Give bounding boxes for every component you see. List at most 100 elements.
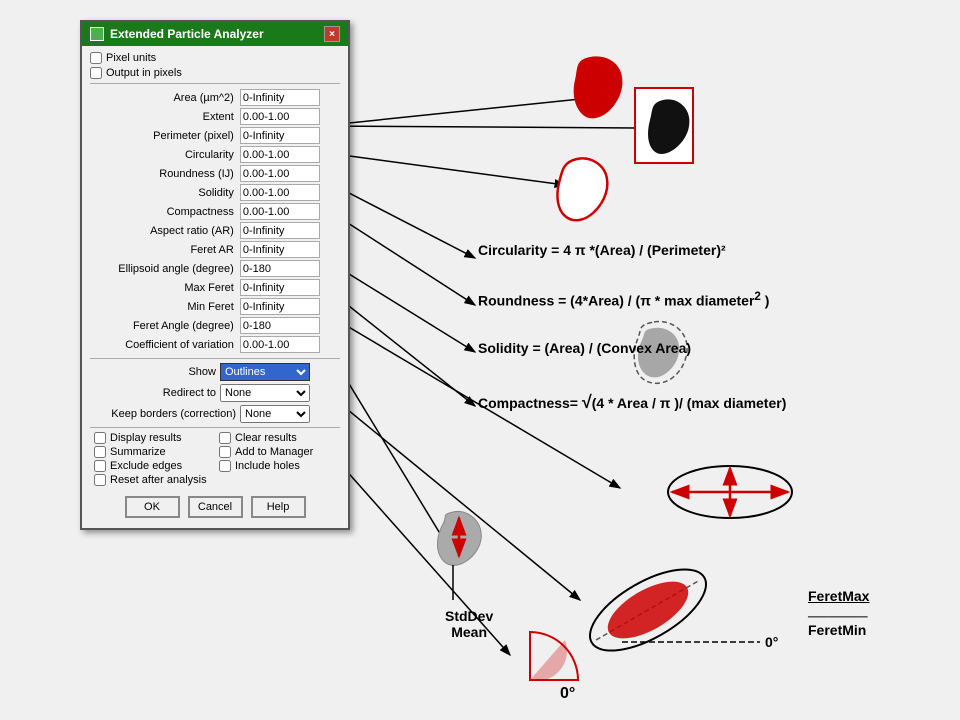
param-input[interactable] bbox=[240, 203, 320, 220]
include-holes-checkbox[interactable] bbox=[219, 460, 231, 472]
output-pixels-checkbox[interactable] bbox=[90, 67, 102, 79]
clear-results-checkbox[interactable] bbox=[219, 432, 231, 444]
param-input-cell bbox=[238, 126, 340, 145]
param-input[interactable] bbox=[240, 165, 320, 182]
param-input[interactable] bbox=[240, 184, 320, 201]
add-manager-item: Add to Manager bbox=[219, 446, 336, 458]
param-input[interactable] bbox=[240, 146, 320, 163]
param-row: Extent bbox=[90, 107, 340, 126]
add-manager-checkbox[interactable] bbox=[219, 446, 231, 458]
display-results-checkbox[interactable] bbox=[94, 432, 106, 444]
mean-label: Mean bbox=[445, 624, 493, 640]
param-row: Ellipsoid angle (degree) bbox=[90, 259, 340, 278]
param-label: Extent bbox=[90, 107, 238, 126]
svg-text:0°: 0° bbox=[560, 685, 575, 702]
roundness-formula: Roundness = (4*Area) / (π * max diameter… bbox=[478, 290, 769, 309]
output-pixels-label: Output in pixels bbox=[106, 67, 182, 79]
keep-borders-label: Keep borders (correction) bbox=[90, 408, 240, 420]
param-row: Coefficient of variation bbox=[90, 335, 340, 354]
reset-analysis-label: Reset after analysis bbox=[110, 474, 207, 486]
circularity-formula: Circularity = 4 π *(Area) / (Perimeter)² bbox=[478, 242, 726, 258]
close-button[interactable]: × bbox=[324, 26, 340, 42]
param-label: Roundness (IJ) bbox=[90, 164, 238, 183]
param-label: Compactness bbox=[90, 202, 238, 221]
compactness-sqrt: √ bbox=[582, 392, 592, 412]
compactness-formula: Compactness= √(4 * Area / π )/ (max diam… bbox=[478, 392, 786, 413]
dialog-body: Pixel units Output in pixels Area (µm^2)… bbox=[82, 46, 348, 528]
param-input-cell bbox=[238, 107, 340, 126]
redirect-row: Redirect to None bbox=[90, 384, 340, 402]
param-input[interactable] bbox=[240, 222, 320, 239]
param-row: Compactness bbox=[90, 202, 340, 221]
display-results-label: Display results bbox=[110, 432, 182, 444]
param-input-cell bbox=[238, 183, 340, 202]
param-input[interactable] bbox=[240, 298, 320, 315]
include-holes-item: Include holes bbox=[219, 460, 336, 472]
param-row: Perimeter (pixel) bbox=[90, 126, 340, 145]
reset-analysis-item: Reset after analysis bbox=[94, 474, 336, 486]
output-pixels-row: Output in pixels bbox=[90, 67, 340, 79]
param-label: Min Feret bbox=[90, 297, 238, 316]
feret-max-label: FeretMax bbox=[808, 588, 869, 604]
param-input-cell bbox=[238, 164, 340, 183]
param-input-cell bbox=[238, 88, 340, 107]
keep-borders-row: Keep borders (correction) None bbox=[90, 405, 340, 423]
stddev-label: StdDev bbox=[445, 608, 493, 624]
compactness-text: Compactness= bbox=[478, 395, 582, 411]
show-row: Show Outlines Masks Ellipses Nothing bbox=[90, 363, 340, 381]
ok-button[interactable]: OK bbox=[125, 496, 180, 518]
param-label: Aspect ratio (AR) bbox=[90, 221, 238, 240]
param-label: Area (µm^2) bbox=[90, 88, 238, 107]
param-input-cell bbox=[238, 240, 340, 259]
feret-min-label: FeretMin bbox=[808, 622, 866, 638]
param-input[interactable] bbox=[240, 279, 320, 296]
separator-2 bbox=[90, 358, 340, 359]
param-input[interactable] bbox=[240, 317, 320, 334]
exclude-edges-checkbox[interactable] bbox=[94, 460, 106, 472]
param-input[interactable] bbox=[240, 108, 320, 125]
display-results-item: Display results bbox=[94, 432, 211, 444]
param-input[interactable] bbox=[240, 89, 320, 106]
param-row: Circularity bbox=[90, 145, 340, 164]
param-input[interactable] bbox=[240, 260, 320, 277]
bottom-checkboxes: Display results Clear results Summarize … bbox=[90, 432, 340, 486]
param-input[interactable] bbox=[240, 336, 320, 353]
param-input-cell bbox=[238, 335, 340, 354]
keep-borders-select[interactable]: None bbox=[240, 405, 310, 423]
reset-analysis-checkbox[interactable] bbox=[94, 474, 106, 486]
param-row: Roundness (IJ) bbox=[90, 164, 340, 183]
pixel-units-checkbox[interactable] bbox=[90, 52, 102, 64]
param-input-cell bbox=[238, 316, 340, 335]
param-row: Feret Angle (degree) bbox=[90, 316, 340, 335]
stddev-mean-label: StdDev Mean bbox=[445, 608, 493, 640]
show-select[interactable]: Outlines Masks Ellipses Nothing bbox=[220, 363, 310, 381]
param-label: Coefficient of variation bbox=[90, 335, 238, 354]
show-label: Show bbox=[90, 366, 220, 378]
param-input-cell bbox=[238, 221, 340, 240]
summarize-label: Summarize bbox=[110, 446, 166, 458]
include-holes-label: Include holes bbox=[235, 460, 300, 472]
pixel-units-label: Pixel units bbox=[106, 52, 156, 64]
param-label: Feret Angle (degree) bbox=[90, 316, 238, 335]
roundness-text: Roundness = (4*Area) / (π * max diameter bbox=[478, 293, 754, 309]
cancel-button[interactable]: Cancel bbox=[188, 496, 243, 518]
separator-1 bbox=[90, 83, 340, 84]
help-button[interactable]: Help bbox=[251, 496, 306, 518]
redirect-select[interactable]: None bbox=[220, 384, 310, 402]
summarize-item: Summarize bbox=[94, 446, 211, 458]
clear-results-label: Clear results bbox=[235, 432, 297, 444]
summarize-checkbox[interactable] bbox=[94, 446, 106, 458]
dialog-icon bbox=[90, 27, 104, 41]
param-label: Ellipsoid angle (degree) bbox=[90, 259, 238, 278]
param-row: Solidity bbox=[90, 183, 340, 202]
dialog-title: Extended Particle Analyzer bbox=[110, 27, 264, 41]
clear-results-item: Clear results bbox=[219, 432, 336, 444]
param-input[interactable] bbox=[240, 241, 320, 258]
param-label: Circularity bbox=[90, 145, 238, 164]
param-label: Solidity bbox=[90, 183, 238, 202]
param-input-cell bbox=[238, 278, 340, 297]
extended-particle-analyzer-dialog: Extended Particle Analyzer × Pixel units… bbox=[80, 20, 350, 530]
param-row: Aspect ratio (AR) bbox=[90, 221, 340, 240]
param-input[interactable] bbox=[240, 127, 320, 144]
param-row: Min Feret bbox=[90, 297, 340, 316]
